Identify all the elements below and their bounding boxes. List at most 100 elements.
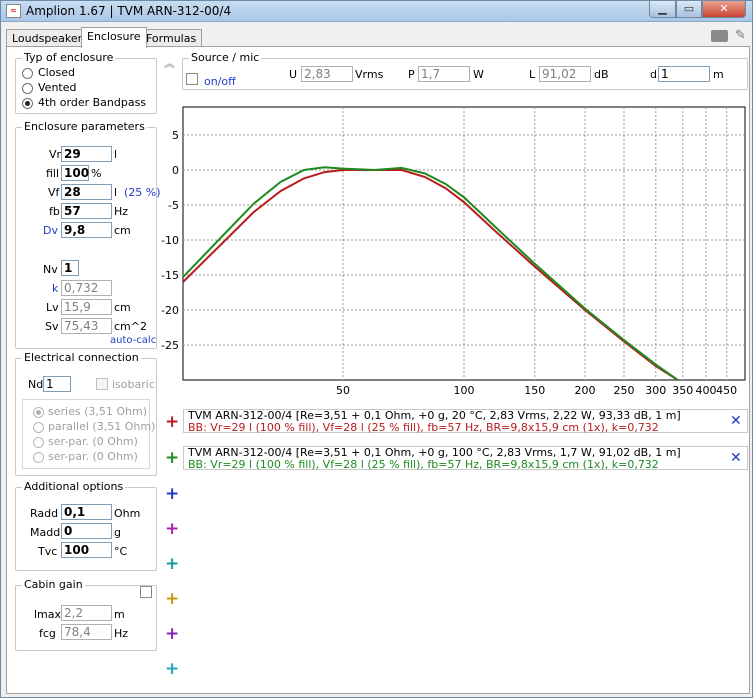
fcg-label: fcg	[39, 627, 56, 640]
curve-1-legend: TVM ARN-312-00/4 [Re=3,51 + 0,1 Ohm, +0 …	[183, 409, 748, 434]
u-label: U	[289, 68, 298, 81]
onoff-checkbox[interactable]	[186, 73, 198, 85]
vr-label: Vr	[49, 148, 62, 161]
fill-unit: %	[91, 167, 102, 180]
radio-serpar-2[interactable]	[33, 452, 44, 463]
isobaric-checkbox[interactable]	[96, 378, 108, 390]
x-tick-label: 300	[645, 384, 666, 397]
electrical-group: Electrical connection Nd 1 isobaric seri…	[15, 351, 157, 476]
cabin-gain-checkbox[interactable]	[140, 586, 152, 598]
add-curve-plus-icon[interactable]: +	[165, 556, 179, 573]
curve-2-params: BB: Vr=29 l (100 % fill), Vf=28 l (25 % …	[188, 458, 659, 471]
pin-icon[interactable]: ✎	[735, 28, 746, 43]
radio-closed[interactable]	[22, 68, 33, 79]
collapse-chevron-icon[interactable]: ︽	[164, 55, 175, 71]
k-value: 0,732	[61, 280, 112, 296]
y-tick-label: -5	[168, 199, 179, 212]
cabin-gain-group: Cabin gain lmax 2,2 m fcg 78,4 Hz	[15, 578, 157, 651]
l-unit: dB	[594, 68, 609, 81]
d-label: d	[650, 68, 657, 81]
add-curve-plus-icon[interactable]: +	[165, 486, 179, 503]
enclosure-panel: Typ of enclosure Closed Vented 4th order…	[6, 46, 750, 694]
nv-input[interactable]: 1	[61, 260, 79, 276]
radio-parallel-label: parallel (3,51 Ohm)	[48, 420, 156, 433]
add-curve-plus-icon[interactable]: +	[165, 414, 179, 431]
curve-2-legend: TVM ARN-312-00/4 [Re=3,51 + 0,1 Ohm, +0 …	[183, 446, 748, 471]
vf-unit: l	[114, 186, 118, 199]
p-label: P	[408, 68, 415, 81]
tvc-unit: °C	[114, 545, 128, 558]
maximize-button[interactable]: ▭	[676, 1, 702, 18]
nd-input[interactable]: 1	[43, 376, 71, 392]
x-tick-label: 450	[716, 384, 737, 397]
p-value: 1,7	[418, 66, 470, 82]
source-group: Source / mic on/off U 2,83 Vrms P 1,7 W …	[182, 51, 748, 90]
close-window-button[interactable]: ✕	[702, 1, 746, 18]
vf-input[interactable]: 28	[61, 184, 112, 200]
app-icon[interactable]: ≈	[6, 4, 21, 18]
radio-serpar-1-label: ser-par. (0 Ohm)	[48, 435, 138, 448]
enclosure-params-group: Enclosure parameters Vr 29 l fill 100 % …	[15, 120, 161, 349]
add-curve-plus-icon[interactable]: +	[165, 521, 179, 538]
fcg-value[interactable]: 78,4	[61, 624, 112, 640]
dv-label: Dv	[43, 224, 58, 237]
l-value: 91,02	[539, 66, 591, 82]
y-tick-label: -15	[161, 269, 179, 282]
curve-1-params: BB: Vr=29 l (100 % fill), Vf=28 l (25 % …	[188, 421, 659, 434]
add-curve-plus-icon[interactable]: +	[165, 450, 179, 467]
add-curve-plus-icon[interactable]: +	[165, 626, 179, 643]
minimize-button[interactable]: ▁	[649, 1, 676, 18]
isobaric-label: isobaric	[112, 378, 155, 391]
fb-label: fb	[49, 205, 60, 218]
radd-input[interactable]: 0,1	[61, 504, 112, 520]
y-tick-label: 0	[172, 164, 179, 177]
cabin-gain-title: Cabin gain	[22, 578, 85, 591]
tvc-input[interactable]: 100	[61, 542, 112, 558]
radio-parallel[interactable]	[33, 422, 44, 433]
lmax-unit: m	[114, 608, 125, 621]
radd-unit: Ohm	[114, 507, 141, 520]
tab-enclosure[interactable]: Enclosure	[81, 27, 147, 48]
lmax-value[interactable]: 2,2	[61, 605, 112, 621]
remove-curve-2-icon[interactable]: ✕	[730, 450, 742, 466]
source-title: Source / mic	[189, 51, 262, 64]
radio-vented-label: Vented	[38, 81, 77, 94]
madd-input[interactable]: 0	[61, 523, 112, 539]
dv-input[interactable]: 9,8	[61, 222, 112, 238]
fcg-unit: Hz	[114, 627, 129, 640]
x-tick-label: 400	[696, 384, 717, 397]
sv-unit: cm^2	[114, 320, 147, 333]
radd-label: Radd	[30, 507, 59, 520]
fb-input[interactable]: 57	[61, 203, 112, 219]
lv-unit: cm	[114, 301, 131, 314]
d-input[interactable]: 1	[658, 66, 710, 82]
x-tick-label: 350	[672, 384, 693, 397]
add-curve-plus-icon[interactable]: +	[165, 591, 179, 608]
fill-input[interactable]: 100	[61, 165, 89, 181]
u-value: 2,83	[301, 66, 353, 82]
app-window: ≈ Amplion 1.67 | TVM ARN-312-00/4 ▁ ▭ ✕ …	[0, 0, 753, 698]
radio-bandpass[interactable]	[22, 98, 33, 109]
radio-serpar-1[interactable]	[33, 437, 44, 448]
remove-curve-1-icon[interactable]: ✕	[730, 413, 742, 429]
lv-label: Lv	[46, 301, 59, 314]
tab-formulas[interactable]: Formulas	[140, 29, 203, 47]
enclosure-params-title: Enclosure parameters	[22, 120, 147, 133]
tab-loudspeaker[interactable]: Loudspeaker	[6, 29, 89, 47]
radio-vented[interactable]	[22, 83, 33, 94]
radio-closed-label: Closed	[38, 66, 75, 79]
x-tick-label: 50	[336, 384, 350, 397]
radio-serpar-2-label: ser-par. (0 Ohm)	[48, 450, 138, 463]
x-tick-label: 100	[454, 384, 475, 397]
u-unit: Vrms	[355, 68, 384, 81]
fill-label: fill	[46, 167, 60, 180]
camera-icon[interactable]	[711, 30, 728, 42]
radio-series[interactable]	[33, 407, 44, 418]
vr-input[interactable]: 29	[61, 146, 112, 162]
vr-unit: l	[114, 148, 118, 161]
connection-options: series (3,51 Ohm) parallel (3,51 Ohm) se…	[22, 399, 155, 469]
window-title: Amplion 1.67 | TVM ARN-312-00/4	[26, 4, 232, 18]
x-tick-label: 250	[613, 384, 634, 397]
auto-calc-link[interactable]: auto-calc	[110, 335, 156, 346]
add-curve-plus-icon[interactable]: +	[165, 661, 179, 678]
